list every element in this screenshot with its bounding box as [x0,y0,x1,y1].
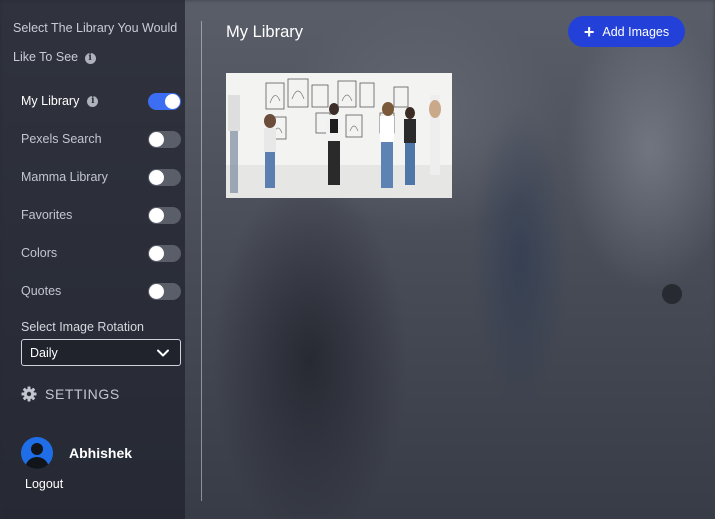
toggle-row-my-library: My Library i [21,91,181,111]
background-shape [662,284,682,304]
plus-icon: + [583,21,595,42]
toggle-knob [149,169,164,185]
sidebar: Select The Library You Would Like To See… [0,0,185,519]
toggle-row-mamma-library: Mamma Library [21,167,181,187]
my-library-toggle[interactable] [148,92,181,110]
sidebar-divider [201,21,202,501]
user-profile: Abhishek [21,437,132,469]
gear-icon [21,386,37,402]
settings-label: SETTINGS [45,386,120,402]
quotes-toggle[interactable] [148,282,181,300]
info-icon[interactable]: i [84,53,96,64]
toggle-label: Pexels Search [21,132,102,146]
mamma-library-toggle[interactable] [148,168,181,186]
toggle-knob [149,283,164,299]
image-rotation-label: Select Image Rotation [21,320,144,334]
settings-link[interactable]: SETTINGS [21,386,120,402]
info-icon[interactable]: i [87,95,99,107]
page-title: My Library [226,23,304,41]
toggle-knob [149,131,164,147]
library-image-thumbnail[interactable] [226,73,452,198]
image-rotation-select[interactable]: Daily [21,339,181,366]
add-images-label: Add Images [602,24,670,39]
image-rotation-value: Daily [30,345,58,360]
toggle-label: Quotes [21,284,62,298]
toggle-label: Favorites [21,208,73,222]
user-avatar-icon[interactable] [21,437,53,469]
toggle-knob [149,245,164,261]
chevron-down-icon [157,349,169,356]
toggle-label: Mamma Library [21,170,108,184]
add-images-button[interactable]: + Add Images [568,16,685,47]
user-name: Abhishek [69,445,133,461]
gallery-photo [226,73,452,198]
toggle-knob [165,93,180,109]
logout-link[interactable]: Logout [25,477,63,491]
toggle-row-pexels-search: Pexels Search [21,129,181,149]
toggle-label: Colors [21,246,58,260]
toggle-row-colors: Colors [21,243,181,263]
colors-toggle[interactable] [148,244,181,262]
toggle-label-text: My Library [21,94,80,108]
toggle-knob [149,207,164,223]
pexels-search-toggle[interactable] [148,130,181,148]
toggle-row-quotes: Quotes [21,281,181,301]
favorites-toggle[interactable] [148,206,181,224]
toggle-row-favorites: Favorites [21,205,181,225]
library-intro-text: Select The Library You Would Like To See… [13,14,183,72]
toggle-label: My Library i [21,94,99,108]
